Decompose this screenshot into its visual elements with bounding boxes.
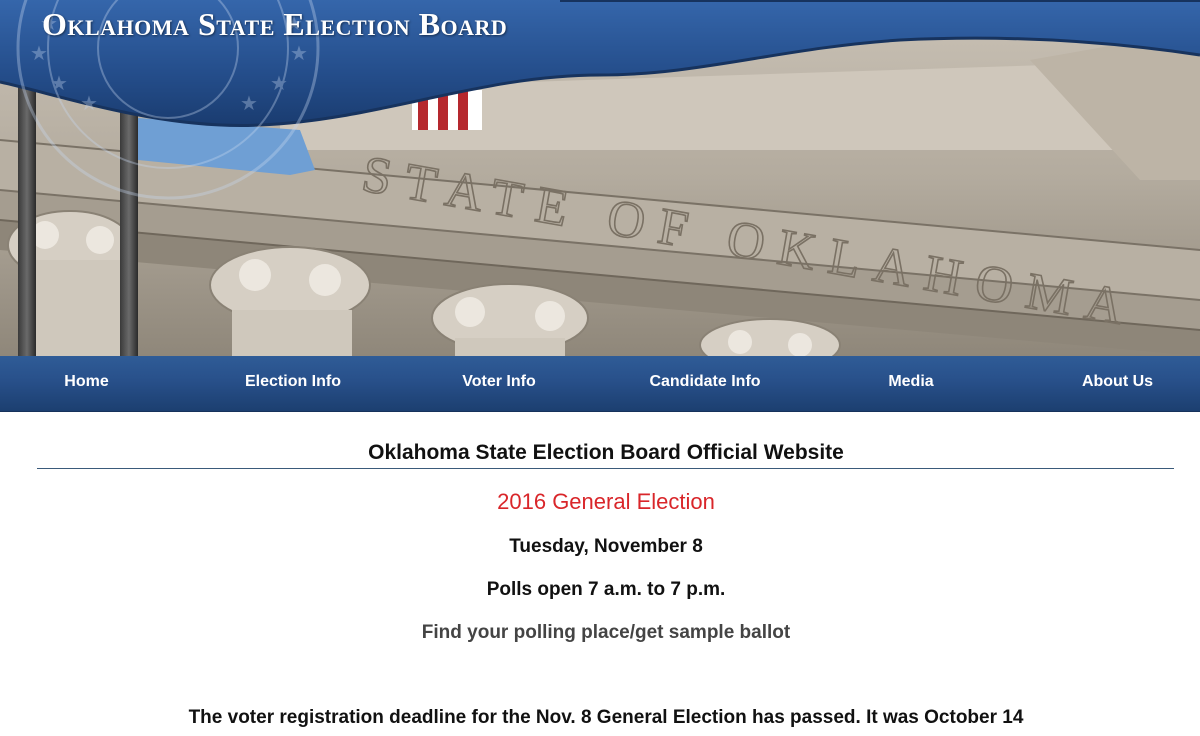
polling-place-link[interactable]: Find your polling place/get sample ballo… [4, 622, 1200, 644]
hero-banner: STATE OF OKLAHOMA ★ ★ ★ ★ ★ ★ ★ ★ Oklaho… [0, 0, 1200, 356]
nav-voter-info-label: Voter Info [462, 373, 536, 390]
nav-media[interactable]: Media [811, 356, 1011, 408]
nav-election-info-label: Election Info [245, 373, 341, 390]
polls-hours: Polls open 7 a.m. to 7 p.m. [486, 579, 726, 600]
nav-candidate-info-label: Candidate Info [649, 373, 761, 390]
nav-election-info[interactable]: Election Info [193, 356, 393, 408]
nav-home[interactable]: Home [0, 356, 173, 408]
nav-about-us-label: About Us [1081, 373, 1154, 390]
nav-about-us[interactable]: About Us [1035, 356, 1200, 408]
main-nav: Home Election Info Voter Info Candidate … [0, 356, 1200, 412]
svg-text:★: ★ [30, 41, 48, 65]
page-title: Oklahoma State Election Board Official W… [368, 441, 844, 464]
site-title[interactable]: Oklahoma State Election Board [42, 6, 507, 43]
svg-text:★: ★ [50, 71, 68, 95]
capitol-facade-image: STATE OF OKLAHOMA ★★★ ★★★ ★ ★ [0, 0, 1200, 356]
nav-candidate-info[interactable]: Candidate Info [605, 356, 805, 408]
nav-media-label: Media [888, 373, 934, 390]
election-name: 2016 General Election [497, 489, 715, 514]
svg-text:★: ★ [270, 71, 288, 95]
nav-voter-info[interactable]: Voter Info [399, 356, 599, 408]
registration-notice: The voter registration deadline for the … [188, 707, 1024, 728]
svg-text:★: ★ [290, 41, 308, 65]
election-date: Tuesday, November 8 [509, 536, 703, 557]
main-content: Oklahoma State Election Board Official W… [0, 412, 1200, 736]
svg-text:★: ★ [240, 91, 258, 115]
title-divider [37, 468, 1174, 469]
nav-home-label: Home [64, 373, 109, 390]
svg-text:★: ★ [80, 91, 98, 115]
